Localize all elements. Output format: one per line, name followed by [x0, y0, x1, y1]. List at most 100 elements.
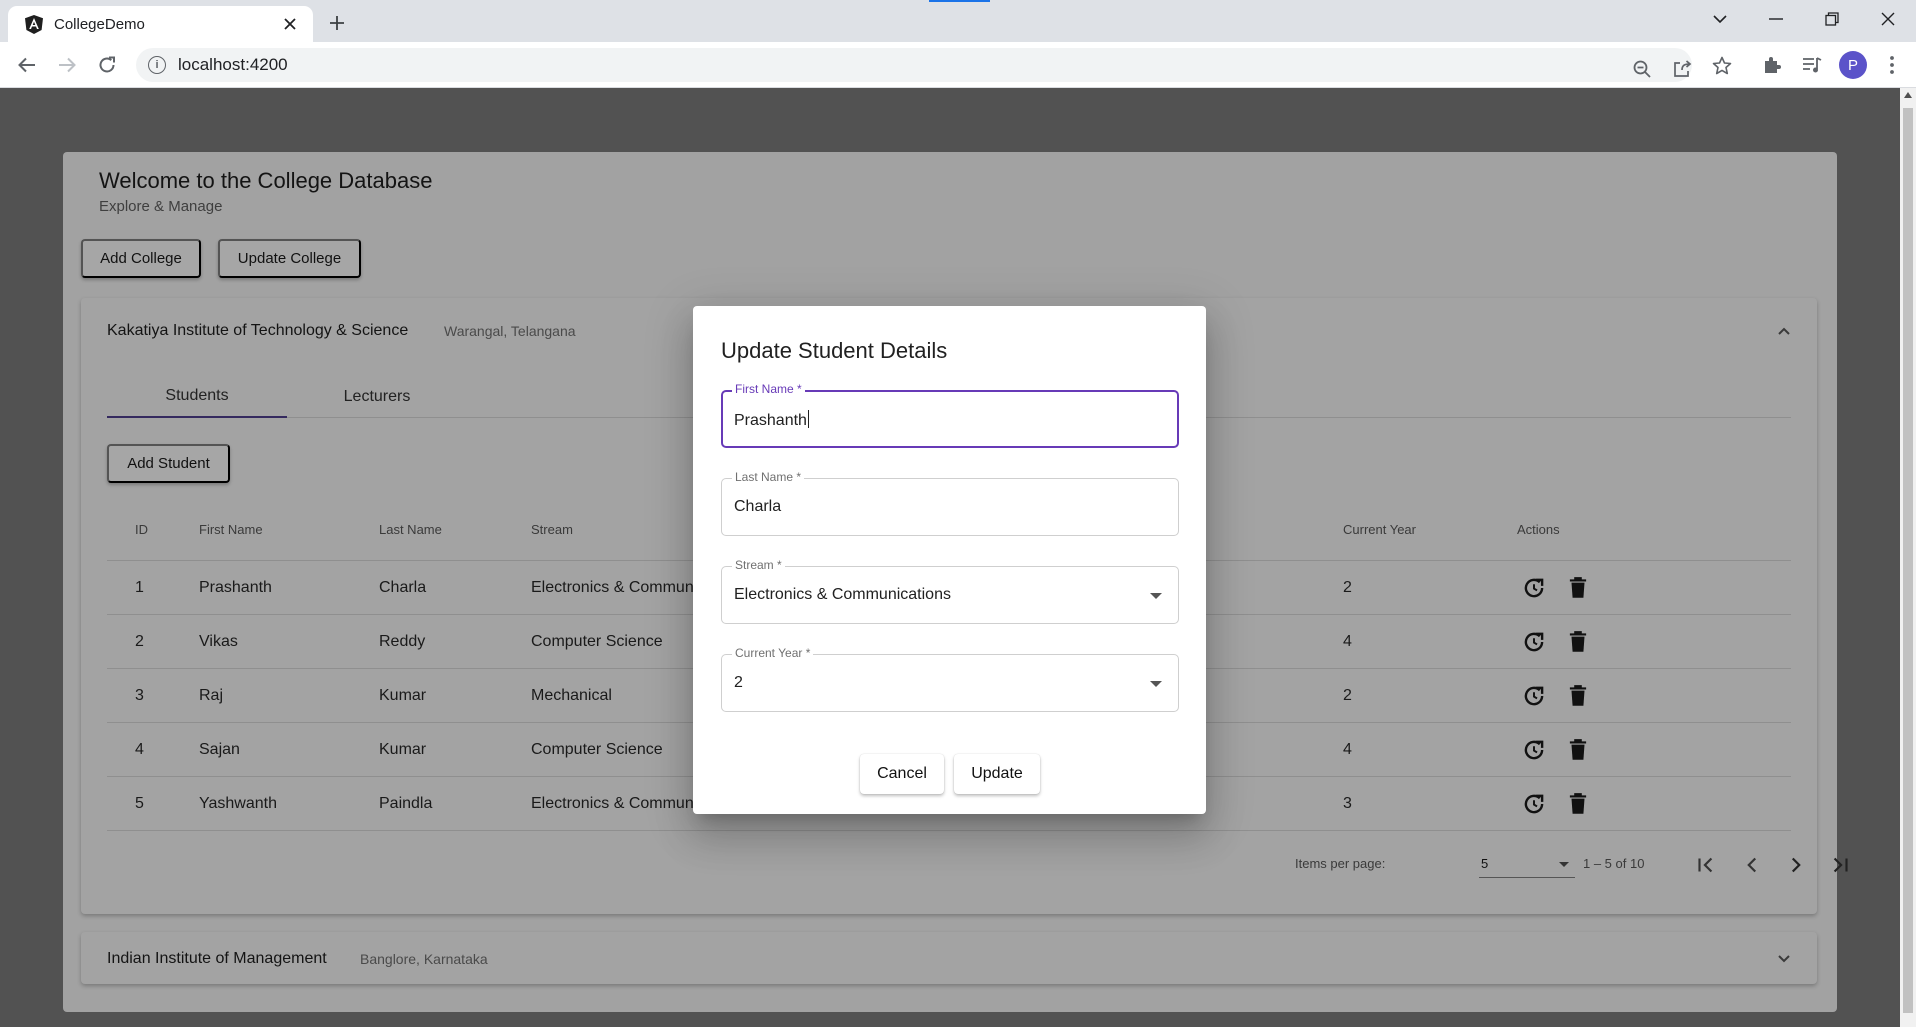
- update-refresh-icon[interactable]: [1521, 683, 1547, 709]
- text-caret: [807, 410, 809, 428]
- first-name-field[interactable]: First Name * Prashanth: [721, 382, 1179, 448]
- table-paginator: Items per page: 5 1 – 5 of 10: [107, 838, 1848, 894]
- zoom-out-icon[interactable]: [1629, 56, 1655, 82]
- page-range-label: 1 – 5 of 10: [1583, 856, 1645, 871]
- current-year-select[interactable]: Current Year * 2: [721, 646, 1179, 712]
- minimize-window-icon[interactable]: [1748, 0, 1804, 38]
- close-tab-icon[interactable]: [279, 13, 301, 35]
- page-size-select[interactable]: 5: [1479, 850, 1575, 878]
- address-bar[interactable]: i localhost:4200: [136, 48, 1692, 82]
- cell-id: 1: [135, 579, 144, 596]
- add-college-button[interactable]: Add College: [81, 239, 201, 278]
- tab-lecturers[interactable]: Lecturers: [287, 376, 467, 418]
- scrollbar-thumb[interactable]: [1903, 108, 1913, 1013]
- cell-id: 5: [135, 795, 144, 812]
- delete-trash-icon[interactable]: [1565, 737, 1591, 763]
- cell-current-year: 4: [1343, 741, 1352, 758]
- first-page-icon[interactable]: [1693, 852, 1719, 878]
- cell-stream: Computer Science: [531, 633, 663, 650]
- stream-value: Electronics & Communications: [734, 586, 951, 603]
- cell-stream: Mechanical: [531, 687, 612, 704]
- update-refresh-icon[interactable]: [1521, 737, 1547, 763]
- delete-trash-icon[interactable]: [1565, 575, 1591, 601]
- new-tab-button[interactable]: [322, 8, 352, 38]
- site-info-icon[interactable]: i: [148, 56, 166, 74]
- first-name-input[interactable]: Prashanth: [734, 412, 807, 429]
- cell-first-name: Prashanth: [199, 579, 272, 596]
- bookmark-star-icon[interactable]: [1708, 51, 1736, 79]
- tabstrip-accent: [929, 0, 990, 2]
- current-year-value: 2: [734, 674, 743, 691]
- browser-tabstrip: CollegeDemo: [0, 0, 1916, 42]
- address-bar-url: localhost:4200: [178, 55, 288, 74]
- update-refresh-icon[interactable]: [1521, 575, 1547, 601]
- update-college-button[interactable]: Update College: [218, 239, 361, 278]
- column-current-year: Current Year: [1343, 522, 1416, 537]
- college-panel-iim[interactable]: Indian Institute of Management Banglore,…: [81, 932, 1817, 984]
- update-refresh-icon[interactable]: [1521, 791, 1547, 817]
- more-options-icon[interactable]: [1878, 51, 1906, 79]
- first-name-label: First Name *: [732, 382, 805, 396]
- column-actions: Actions: [1517, 522, 1560, 537]
- cell-first-name: Yashwanth: [199, 795, 277, 812]
- stream-select[interactable]: Stream * Electronics & Communications: [721, 558, 1179, 624]
- angular-favicon-icon: [24, 14, 44, 34]
- cell-current-year: 2: [1343, 579, 1352, 596]
- cell-first-name: Raj: [199, 687, 224, 704]
- tab-search-chevron-icon[interactable]: [1692, 0, 1748, 38]
- share-icon[interactable]: [1669, 56, 1695, 82]
- cell-last-name: Reddy: [379, 633, 426, 650]
- cell-first-name: Sajan: [199, 741, 240, 758]
- delete-trash-icon[interactable]: [1565, 683, 1591, 709]
- next-page-icon[interactable]: [1783, 852, 1809, 878]
- dropdown-arrow-icon[interactable]: [1150, 593, 1162, 599]
- cell-current-year: 4: [1343, 633, 1352, 650]
- last-name-input[interactable]: Charla: [734, 498, 781, 516]
- column-stream: Stream: [531, 522, 573, 537]
- cell-first-name: Vikas: [199, 633, 238, 650]
- cell-last-name: Kumar: [379, 741, 427, 758]
- stream-label: Stream *: [732, 558, 785, 572]
- profile-avatar[interactable]: P: [1839, 51, 1867, 79]
- college-location: Warangal, Telangana: [444, 323, 576, 339]
- chevron-down-icon[interactable]: [1777, 952, 1791, 966]
- chevron-up-icon[interactable]: [1777, 324, 1791, 338]
- extensions-puzzle-icon[interactable]: [1758, 51, 1786, 79]
- previous-page-icon[interactable]: [1739, 852, 1765, 878]
- cell-last-name: Paindla: [379, 795, 433, 812]
- forward-arrow-icon[interactable]: [51, 49, 83, 81]
- last-name-label: Last Name *: [732, 470, 805, 484]
- tab-students[interactable]: Students: [107, 376, 287, 418]
- update-button[interactable]: Update: [954, 754, 1040, 794]
- add-student-button[interactable]: Add Student: [107, 444, 230, 483]
- browser-tab-title: CollegeDemo: [54, 15, 145, 33]
- cell-stream: Computer Science: [531, 741, 663, 758]
- dropdown-arrow-icon[interactable]: [1150, 681, 1162, 687]
- media-queue-icon[interactable]: [1798, 51, 1826, 79]
- first-name-input-wrap[interactable]: Prashanth: [734, 410, 809, 430]
- close-window-icon[interactable]: [1860, 0, 1916, 38]
- dropdown-arrow-icon: [1559, 862, 1569, 867]
- page-scrollbar[interactable]: [1900, 88, 1916, 1027]
- page-size-value: 5: [1481, 856, 1489, 871]
- scroll-up-arrow-icon[interactable]: [1904, 92, 1912, 98]
- last-page-icon[interactable]: [1827, 852, 1853, 878]
- column-last-name: Last Name: [379, 522, 442, 537]
- dialog-title: Update Student Details: [721, 338, 948, 363]
- reload-icon[interactable]: [91, 49, 123, 81]
- delete-trash-icon[interactable]: [1565, 791, 1591, 817]
- college-name[interactable]: Kakatiya Institute of Technology & Scien…: [107, 322, 408, 340]
- restore-window-icon[interactable]: [1804, 0, 1860, 38]
- cancel-button[interactable]: Cancel: [860, 754, 944, 794]
- back-arrow-icon[interactable]: [11, 49, 43, 81]
- update-refresh-icon[interactable]: [1521, 629, 1547, 655]
- browser-toolbar: i localhost:4200 P: [0, 42, 1916, 88]
- delete-trash-icon[interactable]: [1565, 629, 1591, 655]
- cell-id: 2: [135, 633, 144, 650]
- update-student-dialog: Update Student Details First Name * Pras…: [693, 306, 1206, 814]
- items-per-page-label: Items per page:: [1295, 856, 1386, 871]
- cell-last-name: Kumar: [379, 687, 427, 704]
- last-name-field[interactable]: Last Name * Charla: [721, 470, 1179, 536]
- college-location: Banglore, Karnataka: [360, 951, 488, 967]
- browser-tab-collegedemo[interactable]: CollegeDemo: [8, 6, 313, 42]
